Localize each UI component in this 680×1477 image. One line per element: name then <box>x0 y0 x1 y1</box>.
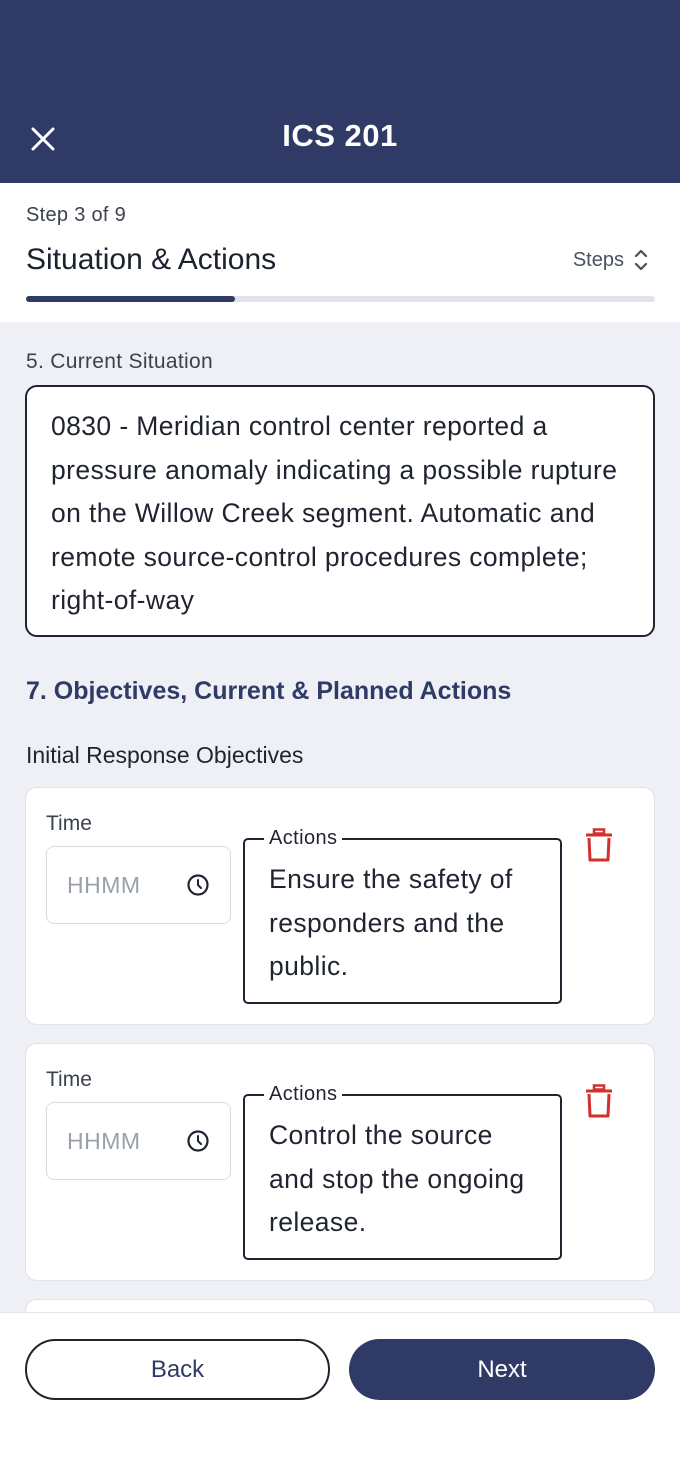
app-header: ICS 201 <box>0 0 680 183</box>
delete-icon[interactable] <box>585 828 613 862</box>
form-content: 5. Current Situation 0830 - Meridian con… <box>0 322 680 1312</box>
progress-fill <box>26 296 236 302</box>
stepper: Step 3 of 9 Situation & Actions Steps <box>0 183 680 322</box>
objective-card: Time HHMM Actions Ensure the safety of r… <box>25 787 655 1025</box>
time-placeholder: HHMM <box>67 871 141 898</box>
actions-label: Actions <box>264 826 343 850</box>
time-input[interactable]: HHMM <box>46 1102 231 1180</box>
progress-bar <box>26 296 655 302</box>
back-button[interactable]: Back <box>25 1339 330 1400</box>
step-count: Step 3 of 9 <box>26 204 127 226</box>
actions-label: Actions <box>264 1082 343 1106</box>
objective-card: Time HHMM Actions Control the source and… <box>25 1043 655 1281</box>
initial-objectives-heading: Initial Response Objectives <box>26 742 304 768</box>
time-placeholder: HHMM <box>67 1127 141 1154</box>
steps-button[interactable]: Steps <box>573 247 648 273</box>
clock-icon <box>187 874 209 896</box>
actions-text: Ensure the safety of responders and the … <box>269 864 513 981</box>
step-title: Situation & Actions <box>26 243 277 276</box>
page-title: ICS 201 <box>282 118 398 153</box>
delete-icon[interactable] <box>585 1084 613 1118</box>
chevron-up-down-icon <box>634 249 648 271</box>
actions-field[interactable]: Actions Control the source and stop the … <box>243 1082 562 1260</box>
footer-bar: Back Next <box>0 1312 680 1477</box>
time-label: Time <box>46 1068 92 1091</box>
current-situation-field[interactable]: 0830 - Meridian control center reported … <box>25 385 655 637</box>
steps-label: Steps <box>572 248 624 271</box>
time-input[interactable]: HHMM <box>46 846 231 924</box>
time-label: Time <box>46 812 92 835</box>
current-situation-label: 5. Current Situation <box>26 350 213 373</box>
objective-card <box>25 1299 655 1312</box>
actions-field[interactable]: Actions Ensure the safety of responders … <box>243 826 562 1004</box>
next-button[interactable]: Next <box>349 1339 655 1400</box>
actions-text: Control the source and stop the ongoing … <box>269 1120 525 1237</box>
objectives-section-heading: 7. Objectives, Current & Planned Actions <box>26 677 512 705</box>
clock-icon <box>187 1130 209 1152</box>
